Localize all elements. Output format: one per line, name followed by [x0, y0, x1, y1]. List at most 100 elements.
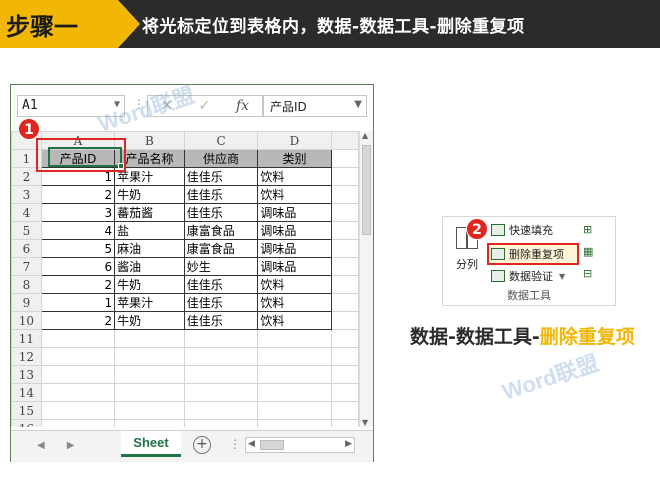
- row-header[interactable]: 11: [11, 329, 42, 348]
- vertical-scrollbar[interactable]: ▲ ▼: [359, 131, 373, 427]
- cell[interactable]: 饮料: [257, 185, 332, 204]
- row-header[interactable]: 15: [11, 401, 42, 420]
- row-header[interactable]: 7: [11, 257, 42, 276]
- row-header[interactable]: 16: [11, 419, 42, 427]
- insert-function-icon[interactable]: fx: [236, 98, 249, 114]
- row-header[interactable]: 6: [11, 239, 42, 258]
- cell[interactable]: [257, 383, 332, 402]
- cell[interactable]: 佳佳乐: [183, 185, 259, 204]
- cell[interactable]: [183, 329, 259, 348]
- what-if-analysis-icon[interactable]: ▦: [583, 245, 599, 259]
- chevron-down-icon[interactable]: ▼: [559, 272, 565, 281]
- fill-handle[interactable]: [118, 163, 124, 169]
- row-header[interactable]: 9: [11, 293, 42, 312]
- cell[interactable]: 2: [40, 311, 116, 330]
- cell[interactable]: [330, 329, 360, 348]
- row-header[interactable]: 14: [11, 383, 42, 402]
- cell[interactable]: [330, 239, 360, 258]
- cell[interactable]: [183, 383, 259, 402]
- cell[interactable]: [330, 365, 360, 384]
- row-header[interactable]: 5: [11, 221, 42, 240]
- cell[interactable]: [330, 221, 360, 240]
- cell[interactable]: 蕃茄酱: [114, 203, 185, 222]
- cell[interactable]: [40, 401, 116, 420]
- cell[interactable]: 饮料: [257, 275, 332, 294]
- scroll-thumb[interactable]: [362, 145, 371, 235]
- cell[interactable]: [330, 149, 360, 168]
- cell[interactable]: 佳佳乐: [183, 311, 259, 330]
- cell[interactable]: 妙生: [183, 257, 259, 276]
- check-icon[interactable]: ✓: [198, 98, 210, 114]
- column-header-c[interactable]: C: [183, 131, 259, 150]
- cell[interactable]: [40, 419, 116, 427]
- row-header[interactable]: 10: [11, 311, 42, 330]
- cell[interactable]: 牛奶: [114, 275, 185, 294]
- scroll-thumb[interactable]: [260, 440, 284, 450]
- cell[interactable]: [330, 347, 360, 366]
- cell-header-category[interactable]: 类别: [257, 149, 332, 168]
- cell[interactable]: [114, 401, 185, 420]
- cell[interactable]: [40, 365, 116, 384]
- cell[interactable]: [114, 365, 185, 384]
- cell[interactable]: [257, 419, 332, 427]
- cell[interactable]: [330, 167, 360, 186]
- scroll-up-icon[interactable]: ▲: [362, 131, 368, 140]
- consolidate-icon[interactable]: ⊞: [583, 223, 599, 237]
- cell[interactable]: 3: [40, 203, 116, 222]
- cell[interactable]: 2: [40, 275, 116, 294]
- cell[interactable]: 1: [40, 293, 116, 312]
- more-icon[interactable]: ⋮: [229, 437, 241, 451]
- cell-header-supplier[interactable]: 供应商: [183, 149, 259, 168]
- cell[interactable]: [183, 365, 259, 384]
- cell[interactable]: [330, 203, 360, 222]
- relationships-icon[interactable]: ⊟: [583, 267, 599, 281]
- cell[interactable]: 调味品: [257, 203, 332, 222]
- cell[interactable]: [257, 329, 332, 348]
- scroll-right-icon[interactable]: ▶: [345, 439, 352, 449]
- formula-input[interactable]: 产品ID ▼: [263, 95, 367, 117]
- cell[interactable]: [183, 347, 259, 366]
- horizontal-scrollbar[interactable]: ◀ ▶: [245, 437, 355, 453]
- cell[interactable]: [114, 329, 185, 348]
- row-header[interactable]: 13: [11, 365, 42, 384]
- cell[interactable]: [330, 293, 360, 312]
- cell[interactable]: [114, 383, 185, 402]
- column-header-d[interactable]: D: [257, 131, 332, 150]
- column-header-empty[interactable]: [330, 131, 360, 150]
- scroll-down-icon[interactable]: ▼: [362, 418, 368, 427]
- add-sheet-icon[interactable]: +: [193, 436, 211, 454]
- cell[interactable]: 饮料: [257, 293, 332, 312]
- cell[interactable]: 2: [40, 185, 116, 204]
- sheet-nav-icons[interactable]: ◀▶: [37, 440, 96, 451]
- scroll-left-icon[interactable]: ◀: [248, 439, 255, 449]
- cell[interactable]: [40, 347, 116, 366]
- cell[interactable]: [40, 329, 116, 348]
- row-header[interactable]: 12: [11, 347, 42, 366]
- cell[interactable]: 佳佳乐: [183, 275, 259, 294]
- cell[interactable]: 调味品: [257, 221, 332, 240]
- cell[interactable]: [330, 419, 360, 427]
- cell[interactable]: [330, 311, 360, 330]
- cell[interactable]: 调味品: [257, 257, 332, 276]
- cell[interactable]: [114, 419, 185, 427]
- cell[interactable]: [330, 257, 360, 276]
- row-header[interactable]: 8: [11, 275, 42, 294]
- cell[interactable]: 酱油: [114, 257, 185, 276]
- cell[interactable]: [40, 383, 116, 402]
- cell[interactable]: [114, 347, 185, 366]
- cell[interactable]: [257, 347, 332, 366]
- cell[interactable]: 佳佳乐: [183, 167, 259, 186]
- cell[interactable]: 牛奶: [114, 185, 185, 204]
- cell[interactable]: [183, 419, 259, 427]
- cell[interactable]: 饮料: [257, 311, 332, 330]
- sheet-tab[interactable]: Sheet: [121, 431, 181, 457]
- data-validation-button[interactable]: 数据验证 ▼: [491, 267, 565, 285]
- cell[interactable]: 佳佳乐: [183, 203, 259, 222]
- chevron-down-icon[interactable]: ▼: [354, 99, 362, 110]
- cell[interactable]: [330, 275, 360, 294]
- row-header[interactable]: 4: [11, 203, 42, 222]
- cell[interactable]: 佳佳乐: [183, 293, 259, 312]
- cell[interactable]: [257, 401, 332, 420]
- cell[interactable]: 麻油: [114, 239, 185, 258]
- cell[interactable]: 盐: [114, 221, 185, 240]
